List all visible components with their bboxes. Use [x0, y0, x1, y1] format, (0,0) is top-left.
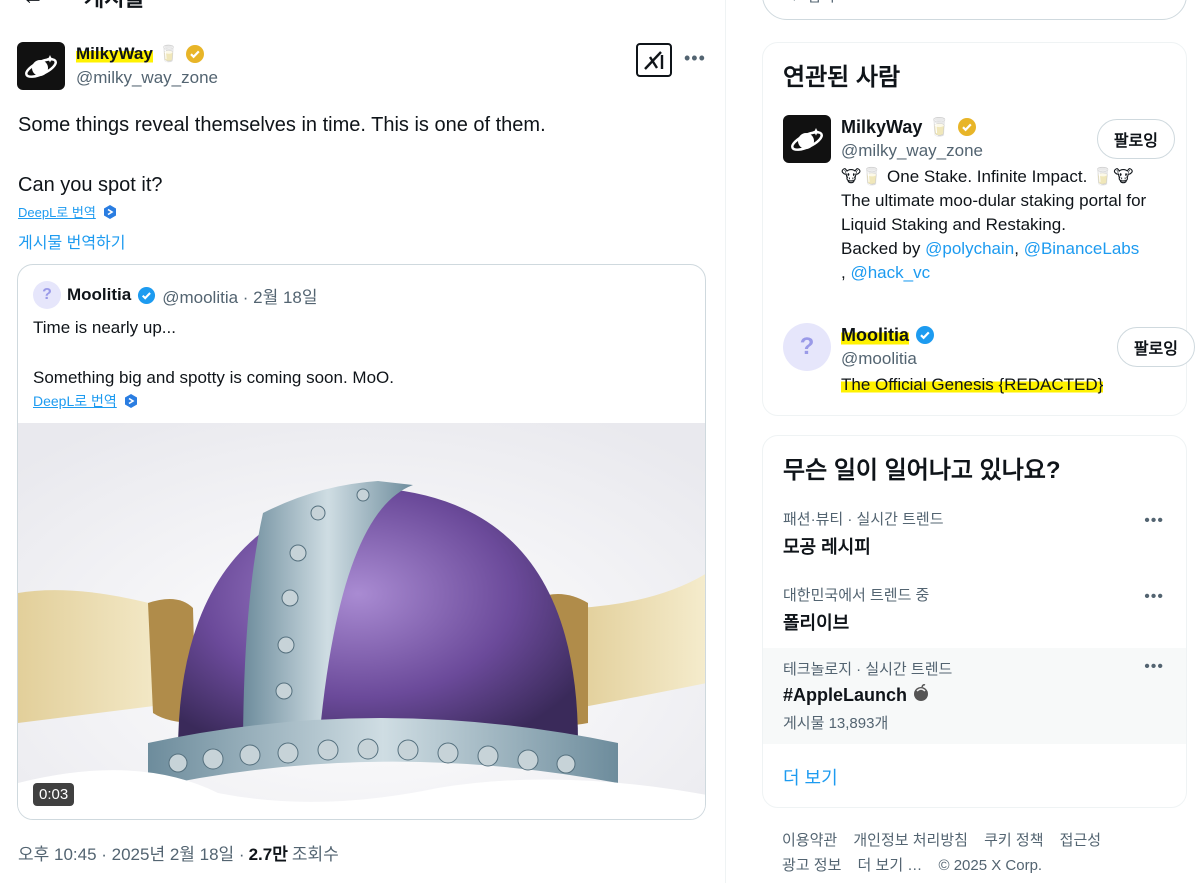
- views-label: 조회수: [291, 845, 339, 864]
- arrow-left-icon[interactable]: ←: [22, 0, 44, 10]
- person-name[interactable]: MilkyWay: [841, 117, 922, 138]
- trends-card: 무슨 일이 일어나고 있나요? 패션·뷰티 · 실시간 트렌드 모공 레시피 •…: [762, 435, 1187, 808]
- bio-line: 🐮🥛 One Stake. Infinite Impact. 🥛🐮: [841, 167, 1134, 186]
- deepl-label: DeepL로 번역: [33, 393, 117, 409]
- author-avatar[interactable]: [17, 42, 65, 90]
- trends-title: 무슨 일이 일어나고 있나요?: [783, 457, 1061, 484]
- tweet-text: Some things reveal themselves in time. T…: [18, 110, 708, 230]
- quoted-author-avatar[interactable]: ?: [33, 281, 61, 309]
- quoted-deepl-link[interactable]: DeepL로 번역: [33, 391, 139, 411]
- quoted-tweet-header: ? Moolitia @moolitia · 2월 18일: [33, 281, 318, 309]
- trend-category: 테크놀로지 · 실시간 트렌드: [783, 661, 953, 678]
- trend-title: #AppleLaunch: [783, 685, 908, 705]
- person-avatar[interactable]: [783, 115, 831, 163]
- milkyway-logo-icon: [25, 55, 57, 78]
- person-avatar[interactable]: ?: [783, 323, 831, 371]
- search-icon: [779, 0, 797, 6]
- quoted-text-line: Time is nearly up...: [33, 318, 176, 337]
- trend-item[interactable]: 패션·뷰티 · 실시간 트렌드 모공 레시피 •••: [763, 508, 1186, 572]
- blue-verified-badge-icon: [137, 286, 156, 305]
- trend-title-row: #AppleLaunch: [783, 683, 1166, 708]
- milk-emoji: 🥛: [158, 46, 179, 63]
- page-title: 게시물: [84, 0, 145, 13]
- footer-link[interactable]: 접근성: [1060, 832, 1101, 849]
- video-player[interactable]: 0:03: [18, 423, 705, 819]
- top-bar: ← 게시물: [0, 0, 145, 12]
- deepl-icon: [124, 394, 137, 408]
- trend-item[interactable]: 테크놀로지 · 실시간 트렌드 #AppleLaunch 게시물 13,893개…: [763, 648, 1186, 744]
- more-options-icon[interactable]: •••: [1144, 512, 1164, 530]
- more-options-icon[interactable]: •••: [684, 48, 706, 69]
- mention-link[interactable]: @hack_vc: [850, 263, 930, 282]
- person-bio: The Official Genesis {REDACTED}: [841, 373, 1171, 397]
- following-button[interactable]: 팔로잉: [1116, 327, 1195, 367]
- copyright: © 2025 X Corp.: [938, 857, 1043, 874]
- author-handle[interactable]: @milky_way_zone: [76, 68, 218, 88]
- footer-link[interactable]: 이용약관: [782, 832, 837, 849]
- more-options-icon[interactable]: •••: [1144, 588, 1164, 606]
- tweet-timestamp[interactable]: 오후 10:45 · 2025년 2월 18일 ·: [18, 840, 245, 865]
- trend-title: 모공 레시피: [783, 537, 871, 557]
- bio-line: The Official Genesis {REDACTED}: [841, 375, 1104, 394]
- milk-emoji: 🥛: [928, 116, 951, 137]
- tweet-author: MilkyWay 🥛 @milky_way_zone: [76, 42, 218, 88]
- milkyway-logo-icon: [791, 128, 823, 151]
- separator: ,: [841, 263, 846, 282]
- trend-category: 패션·뷰티 · 실시간 트렌드: [783, 511, 944, 528]
- related-people-card: 연관된 사람 MilkyWay 🥛 @milky_way_zone 🐮🥛 One…: [762, 42, 1195, 416]
- deepl-translate-link[interactable]: DeepL로 번역: [18, 202, 118, 221]
- show-more-link[interactable]: 더 보기: [783, 764, 838, 790]
- viking-helmet-image: [18, 423, 705, 819]
- footer-link[interactable]: 개인정보 처리방침: [853, 832, 968, 849]
- blue-verified-badge-icon: [915, 325, 935, 345]
- following-button[interactable]: 팔로잉: [1096, 119, 1175, 159]
- trend-item[interactable]: 대한민국에서 트렌드 중 폴리이브 •••: [763, 584, 1186, 648]
- grok-icon[interactable]: [636, 43, 672, 77]
- views-count: 2.7만: [248, 845, 288, 864]
- more-options-icon[interactable]: •••: [1144, 658, 1164, 676]
- related-title: 연관된 사람: [783, 64, 901, 91]
- gold-verified-badge-icon[interactable]: [185, 44, 205, 64]
- search-placeholder: 검색: [807, 0, 835, 6]
- apple-hashflag-icon: [911, 683, 931, 708]
- person-name[interactable]: Moolitia: [841, 324, 909, 346]
- bio-backed-line: Backed by @polychain, @BinanceLabs , @ha…: [841, 237, 1171, 285]
- main-column: ← 게시물 MilkyWay 🥛 @milky_way_zone ••• Som…: [0, 0, 726, 883]
- footer-link[interactable]: 더 보기 …: [858, 857, 923, 874]
- translate-post-link[interactable]: 게시물 번역하기: [18, 229, 126, 253]
- footer-link[interactable]: 쿠키 정책: [984, 832, 1043, 849]
- video-timestamp: 0:03: [33, 783, 75, 806]
- bio-backed-label: Backed by: [841, 239, 921, 258]
- mention-link[interactable]: @BinanceLabs: [1024, 239, 1140, 258]
- tweet-text-line: Some things reveal themselves in time. T…: [18, 114, 546, 136]
- footer-link[interactable]: 광고 정보: [782, 857, 841, 874]
- trend-category: 대한민국에서 트렌드 중: [783, 587, 930, 604]
- quoted-author-name[interactable]: Moolitia: [67, 285, 131, 305]
- person-bio: 🐮🥛 One Stake. Infinite Impact. 🥛🐮 The ul…: [841, 165, 1171, 285]
- trend-post-count: 게시물 13,893개: [783, 715, 889, 732]
- tweet-text-line: Can you spot it?: [18, 174, 163, 196]
- quoted-tweet[interactable]: ? Moolitia @moolitia · 2월 18일 Time is ne…: [17, 264, 706, 820]
- tweet-meta: 오후 10:45 · 2025년 2월 18일 · 2.7만 조회수: [18, 840, 339, 865]
- quoted-text-line: Something big and spotty is coming soon.…: [33, 368, 394, 387]
- deepl-icon: [103, 204, 116, 219]
- footer-links: 이용약관 개인정보 처리방침 쿠키 정책 접근성 광고 정보 더 보기 … © …: [782, 828, 1182, 878]
- quoted-author-handle-date: @moolitia · 2월 18일: [162, 287, 318, 307]
- gold-verified-badge-icon: [957, 117, 977, 137]
- search-input[interactable]: 검색: [762, 0, 1187, 20]
- bio-line: The ultimate moo-dular staking portal fo…: [841, 191, 1147, 234]
- trend-title: 폴리이브: [783, 613, 850, 633]
- mention-link[interactable]: @polychain: [925, 239, 1014, 258]
- separator: ,: [1014, 239, 1019, 258]
- author-name[interactable]: MilkyWay: [76, 44, 153, 64]
- deepl-label: DeepL로 번역: [18, 205, 96, 220]
